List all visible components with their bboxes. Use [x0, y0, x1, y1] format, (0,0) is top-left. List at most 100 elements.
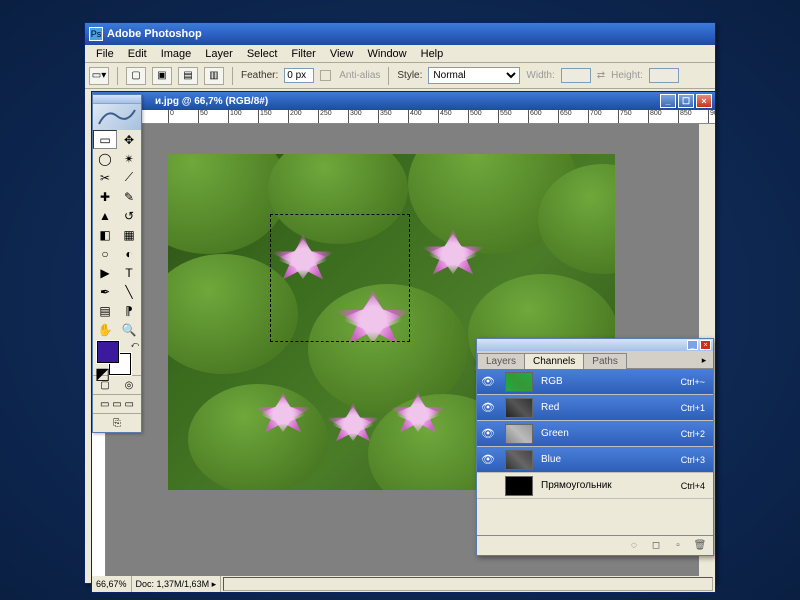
style-select[interactable]: Normal: [428, 67, 520, 84]
selection-subtract-button[interactable]: ▤: [178, 67, 198, 85]
gradient-tool[interactable]: ▦: [117, 225, 141, 244]
menu-filter[interactable]: Filter: [284, 47, 322, 61]
status-bar: 66,67% Doc: 1,37M/1,63M ▸: [92, 576, 715, 592]
minimize-button[interactable]: _: [660, 94, 676, 108]
hand-tool[interactable]: ✋: [93, 320, 117, 339]
channel-row-green[interactable]: 👁 Green Ctrl+2: [477, 421, 713, 447]
channels-panel[interactable]: _ × Layers Channels Paths ▸ 👁 RGB Ctrl+~…: [476, 338, 714, 556]
channel-row-rgb[interactable]: 👁 RGB Ctrl+~: [477, 369, 713, 395]
toolbox[interactable]: ▭✥◯✴✂⟋✚✎▲↺◧▦○◐▶T✒╲▤⁋✋🔍 ⤺ ◩ ▢ ◎ ▭ ▭ ▭ ⎘: [92, 94, 142, 433]
tab-layers[interactable]: Layers: [477, 353, 525, 369]
menu-window[interactable]: Window: [361, 47, 414, 61]
toolbox-grip[interactable]: [93, 95, 141, 104]
channel-name: Прямоугольник: [539, 480, 681, 491]
channel-shortcut: Ctrl+4: [681, 481, 713, 491]
channel-thumbnail: [505, 424, 533, 444]
menu-file[interactable]: File: [89, 47, 121, 61]
close-button[interactable]: ×: [696, 94, 712, 108]
lasso-tool[interactable]: ◯: [93, 149, 117, 168]
maximize-button[interactable]: ☐: [678, 94, 694, 108]
zoom-tool[interactable]: 🔍: [117, 320, 141, 339]
menu-view[interactable]: View: [323, 47, 361, 61]
menu-layer[interactable]: Layer: [198, 47, 240, 61]
channel-name: Green: [539, 428, 681, 439]
default-colors-icon[interactable]: ◩: [95, 364, 105, 374]
move-tool[interactable]: ✥: [117, 130, 141, 149]
channel-row-red[interactable]: 👁 Red Ctrl+1: [477, 395, 713, 421]
new-channel-button[interactable]: ▫: [671, 539, 685, 553]
jump-to-button[interactable]: ⎘: [93, 414, 141, 432]
channel-thumbnail: [505, 372, 533, 392]
separator: [388, 67, 389, 85]
marquee-selection[interactable]: [270, 214, 410, 342]
healing-tool[interactable]: ✚: [93, 187, 117, 206]
visibility-toggle[interactable]: 👁: [477, 427, 499, 440]
menu-select[interactable]: Select: [240, 47, 285, 61]
load-selection-button[interactable]: ◌: [627, 539, 641, 553]
screen-mode-1-button[interactable]: ▭ ▭ ▭: [93, 395, 141, 413]
selection-add-button[interactable]: ▣: [152, 67, 172, 85]
app-titlebar[interactable]: Ps Adobe Photoshop: [85, 23, 715, 45]
panel-menu-button[interactable]: ▸: [697, 353, 711, 367]
channel-shortcut: Ctrl+2: [681, 429, 713, 439]
feather-input[interactable]: [284, 68, 314, 83]
tab-channels[interactable]: Channels: [524, 353, 584, 369]
delete-channel-button[interactable]: 🗑: [693, 539, 707, 553]
channels-list: 👁 RGB Ctrl+~👁 Red Ctrl+1👁 Green Ctrl+2👁 …: [477, 369, 713, 535]
channel-shortcut: Ctrl+3: [681, 455, 713, 465]
panel-close-button[interactable]: ×: [700, 340, 711, 350]
selection-intersect-button[interactable]: ▥: [204, 67, 224, 85]
menubar: File Edit Image Layer Select Filter View…: [85, 45, 715, 63]
channel-name: Blue: [539, 454, 681, 465]
channel-row-blue[interactable]: 👁 Blue Ctrl+3: [477, 447, 713, 473]
visibility-toggle[interactable]: 👁: [477, 453, 499, 466]
history-brush-tool[interactable]: ↺: [117, 206, 141, 225]
zoom-display[interactable]: 66,67%: [92, 576, 132, 592]
height-input: [649, 68, 679, 83]
menu-edit[interactable]: Edit: [121, 47, 154, 61]
quickmask-mode-button[interactable]: ◎: [117, 376, 141, 394]
panel-tabs: Layers Channels Paths: [477, 351, 713, 369]
marquee-tool[interactable]: ▭: [93, 130, 117, 149]
stamp-tool[interactable]: ▲: [93, 206, 117, 225]
pen-tool[interactable]: ✒: [93, 282, 117, 301]
document-titlebar[interactable]: и.jpg @ 66,7% (RGB/8#) _ ☐ ×: [92, 92, 715, 110]
line-tool[interactable]: ╲: [117, 282, 141, 301]
menu-image[interactable]: Image: [154, 47, 199, 61]
type-tool[interactable]: T: [117, 263, 141, 282]
slice-tool[interactable]: ⟋: [117, 168, 141, 187]
menu-help[interactable]: Help: [414, 47, 451, 61]
dodge-tool[interactable]: ◐: [117, 244, 141, 263]
channel-name: Red: [539, 402, 681, 413]
tab-paths[interactable]: Paths: [583, 353, 627, 369]
panel-titlebar[interactable]: _ ×: [477, 339, 713, 351]
notes-tool[interactable]: ▤: [93, 301, 117, 320]
marquee-mode-button[interactable]: ▭▾: [89, 67, 109, 85]
swap-colors-icon[interactable]: ⤺: [130, 340, 139, 350]
panel-footer: ◌ ◻ ▫ 🗑: [477, 535, 713, 555]
channel-thumbnail: [505, 450, 533, 470]
selection-new-button[interactable]: ▢: [126, 67, 146, 85]
ruler-horizontal[interactable]: 0501001502002503003504004505005506006507…: [106, 110, 715, 124]
visibility-toggle[interactable]: 👁: [477, 375, 499, 388]
crop-tool[interactable]: ✂: [93, 168, 117, 187]
channel-row-прямоугольник[interactable]: Прямоугольник Ctrl+4: [477, 473, 713, 499]
magic-wand-tool[interactable]: ✴: [117, 149, 141, 168]
separator: [117, 67, 118, 85]
brush-tool[interactable]: ✎: [117, 187, 141, 206]
doc-size-display[interactable]: Doc: 1,37M/1,63M ▸: [132, 576, 222, 592]
panel-minimize-button[interactable]: _: [687, 340, 698, 350]
width-input: [561, 68, 591, 83]
scrollbar-horizontal[interactable]: [223, 577, 713, 591]
eyedropper-tool[interactable]: ⁋: [117, 301, 141, 320]
visibility-toggle[interactable]: 👁: [477, 401, 499, 414]
blur-tool[interactable]: ○: [93, 244, 117, 263]
document-title: и.jpg @ 66,7% (RGB/8#): [95, 96, 660, 107]
channel-thumbnail: [505, 476, 533, 496]
save-selection-button[interactable]: ◻: [649, 539, 663, 553]
photoshop-logo: [93, 104, 141, 130]
eraser-tool[interactable]: ◧: [93, 225, 117, 244]
feather-label: Feather:: [241, 70, 278, 81]
foreground-color-swatch[interactable]: [97, 341, 119, 363]
path-select-tool[interactable]: ▶: [93, 263, 117, 282]
